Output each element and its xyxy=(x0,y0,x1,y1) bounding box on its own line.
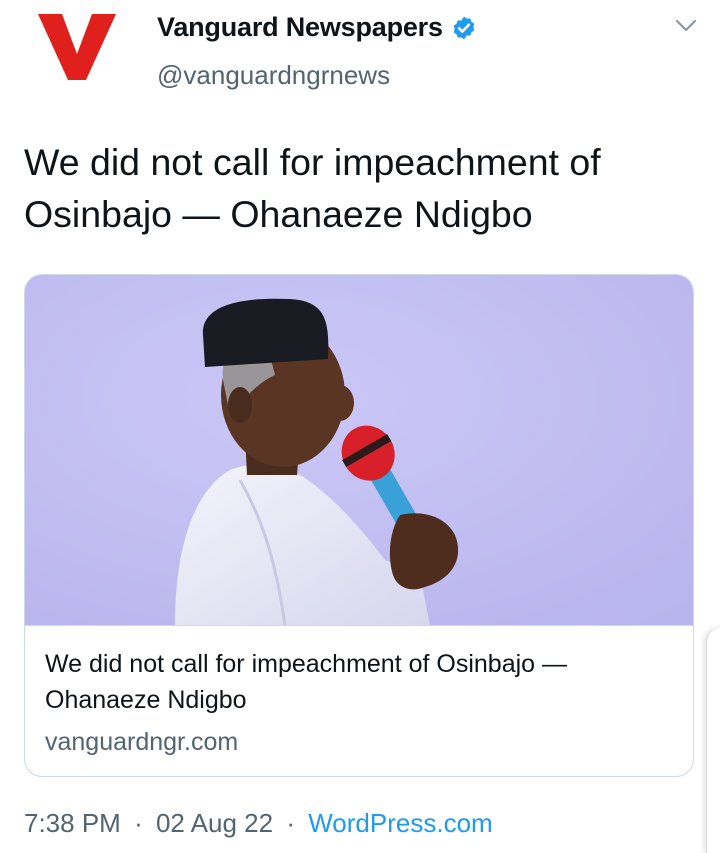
verified-badge-icon xyxy=(453,16,475,39)
timestamp-row: 7:38 PM · 02 Aug 22 · WordPress.com xyxy=(24,808,493,839)
author-handle[interactable]: @vanguardngrnews xyxy=(157,60,390,91)
card-meta[interactable]: We did not call for impeachment of Osinb… xyxy=(25,625,693,776)
tweet-text: We did not call for impeachment of Osinb… xyxy=(24,141,601,235)
overlay-edge xyxy=(706,628,720,853)
card-title[interactable]: We did not call for impeachment of Osinb… xyxy=(45,646,675,718)
tweet-time[interactable]: 7:38 PM xyxy=(24,808,121,838)
card-domain[interactable]: vanguardngr.com xyxy=(45,728,238,757)
card-image[interactable] xyxy=(25,275,694,625)
author-row[interactable]: Vanguard Newspapers xyxy=(157,12,477,43)
tweet-header: Vanguard Newspapers @vanguardngrnews xyxy=(0,0,720,110)
chevron-down-icon[interactable] xyxy=(674,16,698,36)
source-link[interactable]: WordPress.com xyxy=(308,808,492,838)
tweet-date[interactable]: 02 Aug 22 xyxy=(156,808,273,838)
separator: · xyxy=(286,808,295,838)
vanguard-logo-icon[interactable] xyxy=(36,10,118,82)
link-preview-card[interactable]: We did not call for impeachment of Osinb… xyxy=(24,274,694,777)
separator: · xyxy=(134,808,143,838)
author-name[interactable]: Vanguard Newspapers xyxy=(157,12,443,43)
